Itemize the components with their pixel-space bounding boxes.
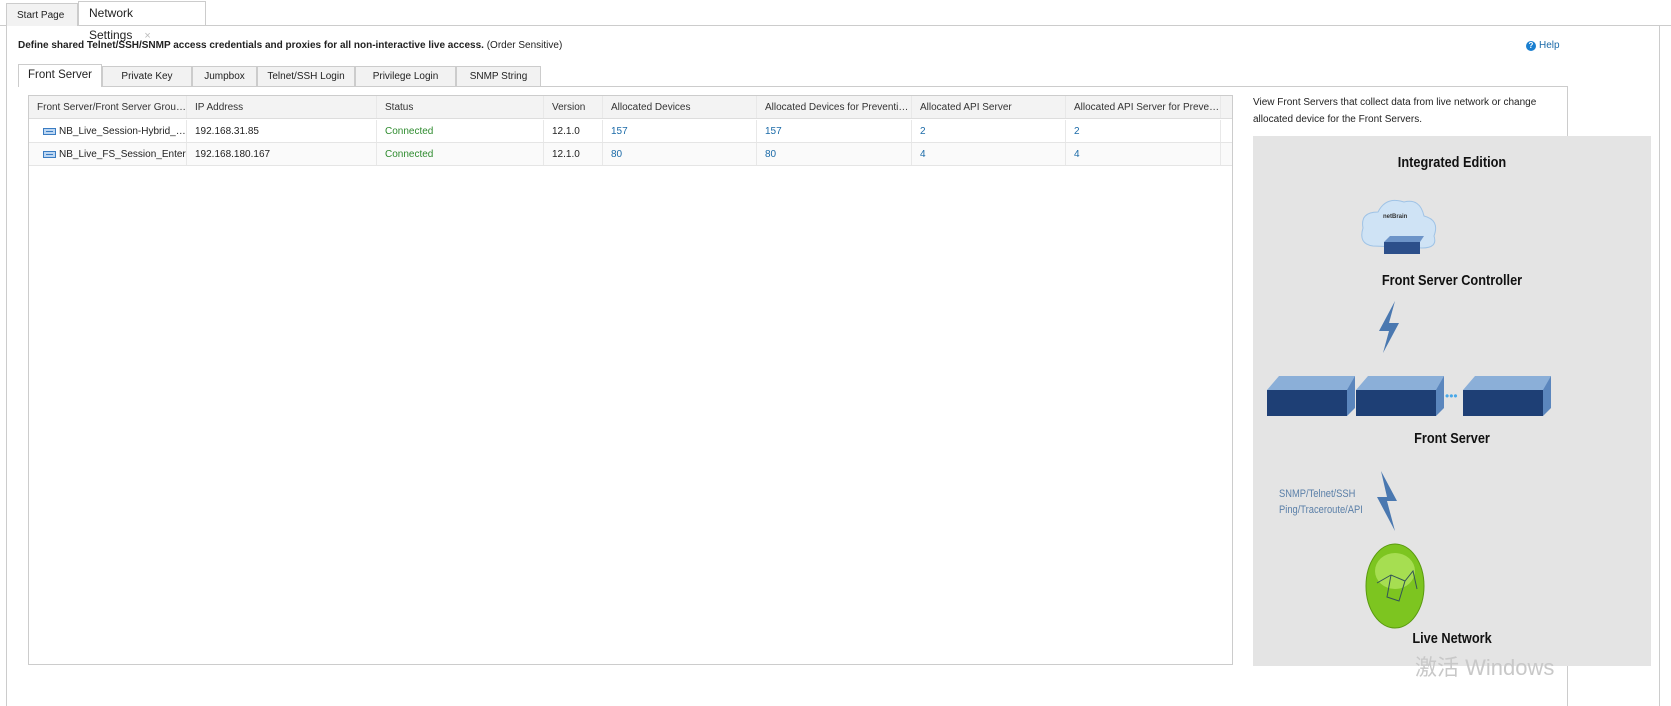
live-network-icon [1365,543,1425,629]
allocated-devices-preventive-link[interactable]: 80 [757,143,912,165]
protocol-label-2: Ping/Traceroute/API [1279,504,1363,516]
description-note: (Order Sensitive) [486,40,563,51]
netbrain-logo: netBrain [1383,214,1408,220]
tab-label: Start Page [17,10,65,21]
column-header-name[interactable]: Front Server/Front Server Group ... [29,96,187,118]
version-cell: 12.1.0 [544,143,603,165]
help-link[interactable]: ? Help [1526,40,1560,51]
column-header-status[interactable]: Status [377,96,544,118]
name-cell: NB_Live_Session-Hybrid_FS [29,120,187,142]
tab-front-server[interactable]: Front Server [18,64,102,87]
table-row[interactable]: NB_Live_Session-Hybrid_FS 192.168.31.85 … [29,120,1232,143]
page-description: Define shared Telnet/SSH/SNMP access cre… [18,40,562,51]
column-header-allocated-devices-preventive[interactable]: Allocated Devices for Preventive ... [757,96,912,118]
diagram-label-controller: Front Server Controller [1381,272,1523,289]
document-tabs: Start Page Network Settings × [0,0,1671,42]
column-header-allocated-api-preventive[interactable]: Allocated API Server for Preventiv... [1066,96,1221,118]
description-text: Define shared Telnet/SSH/SNMP access cre… [18,40,484,51]
tab-jumpbox[interactable]: Jumpbox [192,66,257,87]
cloud-controller-icon [1361,199,1437,254]
status-cell: Connected [377,143,544,165]
help-label: Help [1539,40,1560,51]
server-name: NB_Live_Session-Hybrid_FS [59,126,187,137]
lightning-icon [1379,301,1399,353]
front-server-icon [43,150,56,158]
architecture-diagram: Integrated Edition netBrain Front Server… [1253,136,1651,666]
table-row[interactable]: NB_Live_FS_Session_Enterprise 192.168.18… [29,143,1232,166]
allocated-devices-link[interactable]: 80 [603,143,757,165]
tab-privilege-login[interactable]: Privilege Login [355,66,456,87]
name-cell: NB_Live_FS_Session_Enterprise [29,143,187,165]
tab-snmp-string[interactable]: SNMP String [456,66,541,87]
column-header-allocated-devices[interactable]: Allocated Devices [603,96,757,118]
front-server-table: Front Server/Front Server Group ... IP A… [28,95,1233,665]
help-icon: ? [1526,40,1536,51]
diagram-label-edition: Integrated Edition [1397,154,1507,171]
windows-activation-watermark: 激活 Windows [1415,655,1555,680]
tab-telnet-ssh-login[interactable]: Telnet/SSH Login [257,66,355,87]
status-cell: Connected [377,120,544,142]
diagram-label-front-server: Front Server [1414,430,1490,447]
ip-cell: 192.168.31.85 [187,120,377,142]
tab-network-settings[interactable]: Network Settings × [78,1,206,42]
allocated-api-preventive-link[interactable]: 4 [1066,143,1221,165]
column-header-ip[interactable]: IP Address [187,96,377,118]
svg-text:•••: ••• [1445,389,1458,403]
allocated-api-link[interactable]: 4 [912,143,1066,165]
protocol-label-1: SNMP/Telnet/SSH [1279,488,1356,500]
tab-start-page[interactable]: Start Page [6,3,78,26]
front-server-info: View Front Servers that collect data fro… [1253,97,1537,125]
protocol-labels: SNMP/Telnet/SSH Ping/Traceroute/API [1279,486,1363,518]
allocated-api-preventive-link[interactable]: 2 [1066,120,1221,142]
tab-private-key[interactable]: Private Key [102,66,192,87]
allocated-api-link[interactable]: 2 [912,120,1066,142]
allocated-devices-link[interactable]: 157 [603,120,757,142]
ip-cell: 192.168.180.167 [187,143,377,165]
front-server-icon [43,127,56,135]
lightning-icon [1377,471,1397,531]
column-header-version[interactable]: Version [544,96,603,118]
version-cell: 12.1.0 [544,120,603,142]
server-name: NB_Live_FS_Session_Enterprise [59,149,186,160]
allocated-devices-preventive-link[interactable]: 157 [757,120,912,142]
column-header-allocated-api[interactable]: Allocated API Server [912,96,1066,118]
front-server-devices-icon: ••• [1267,376,1551,416]
table-header: Front Server/Front Server Group ... IP A… [29,96,1232,119]
diagram-label-live-network: Live Network [1412,630,1492,647]
